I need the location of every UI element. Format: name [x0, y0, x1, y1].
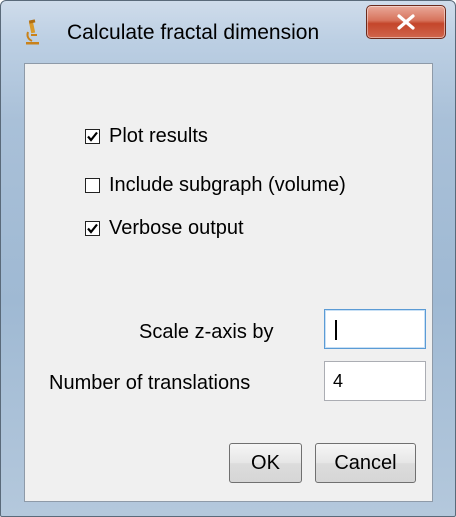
plot-results-checkbox[interactable]: [85, 129, 100, 144]
verbose-output-option[interactable]: Verbose output: [85, 217, 244, 240]
dialog-content: Plot results Include subgraph (volume) V…: [24, 63, 433, 502]
dialog-window: Calculate fractal dimension Plot results…: [0, 0, 456, 517]
include-subgraph-checkbox[interactable]: [85, 178, 100, 193]
scale-z-input[interactable]: [324, 309, 426, 349]
text-caret: [335, 320, 337, 340]
include-subgraph-label: Include subgraph (volume): [109, 174, 346, 196]
microscope-icon: [23, 19, 41, 45]
plot-results-option[interactable]: Plot results: [85, 125, 208, 148]
title-bar[interactable]: Calculate fractal dimension: [1, 1, 455, 63]
translations-input[interactable]: 4: [324, 361, 426, 401]
cancel-button[interactable]: Cancel: [315, 443, 416, 483]
translations-label: Number of translations: [49, 372, 251, 394]
plot-results-label: Plot results: [109, 125, 208, 147]
include-subgraph-option[interactable]: Include subgraph (volume): [85, 174, 346, 197]
window-title: Calculate fractal dimension: [67, 21, 320, 44]
close-icon: [397, 14, 415, 30]
ok-button[interactable]: OK: [229, 443, 302, 483]
close-button[interactable]: [366, 5, 446, 39]
verbose-output-label: Verbose output: [109, 217, 244, 239]
verbose-output-checkbox[interactable]: [85, 221, 100, 236]
scale-z-label: Scale z-axis by: [139, 321, 274, 343]
